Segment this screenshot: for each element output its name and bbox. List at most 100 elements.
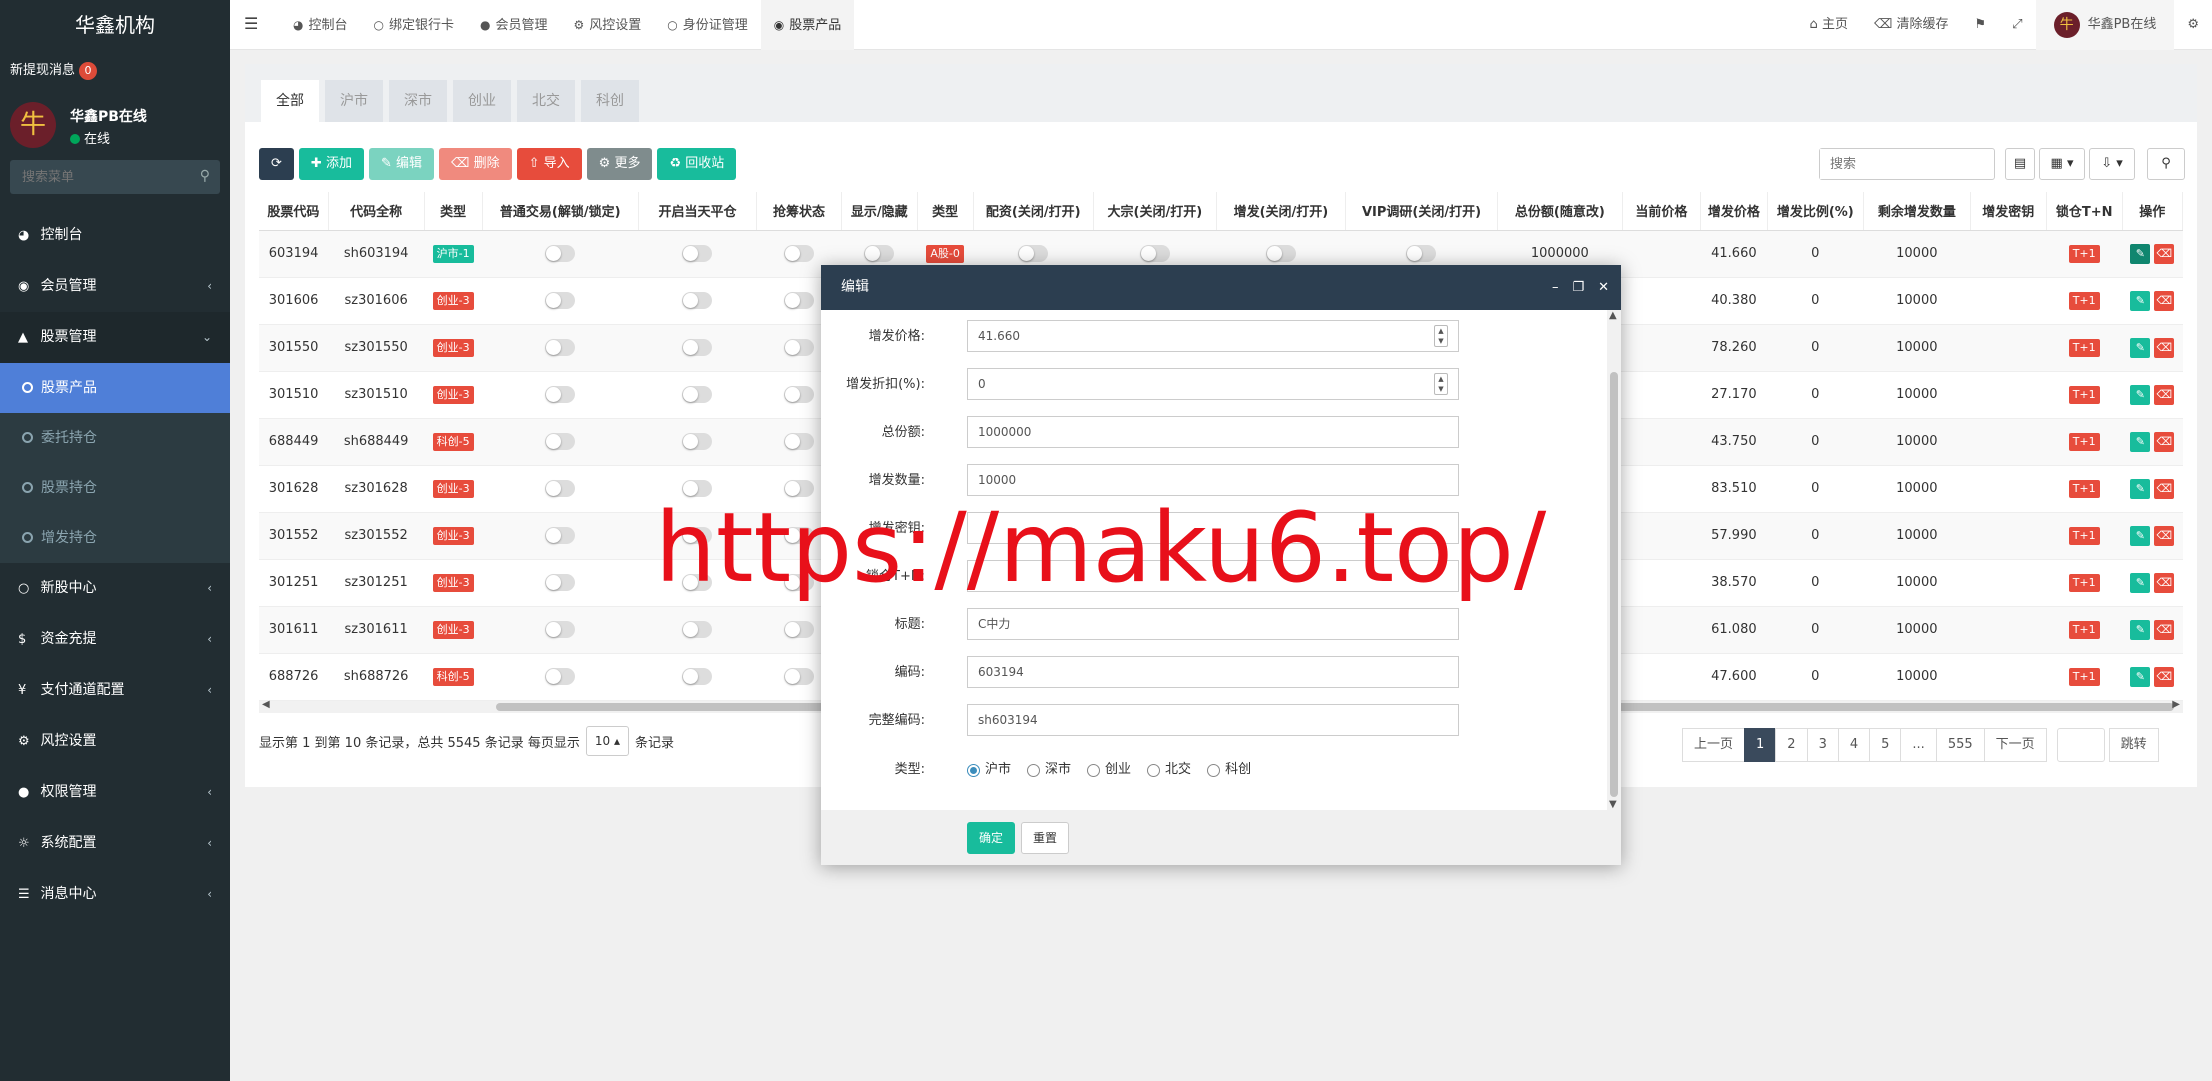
code-input[interactable]: 603194 — [967, 656, 1459, 688]
scrollbar-thumb[interactable] — [1610, 372, 1618, 797]
full-code-input[interactable]: sh603194 — [967, 704, 1459, 736]
row-edit-button[interactable]: ✎ — [2130, 431, 2151, 452]
radio-gem[interactable]: 创业 — [1087, 753, 1131, 787]
col-lock-tn[interactable]: 锁仓T+N — [2046, 192, 2123, 231]
title-input[interactable]: C中力 — [967, 608, 1459, 640]
scroll-left-icon[interactable]: ◀ — [262, 699, 270, 710]
col-normal-trade[interactable]: 普通交易(解锁/锁定) — [482, 192, 639, 231]
filter-tab-all[interactable]: 全部 — [261, 80, 319, 122]
row-edit-button[interactable]: ✎ — [2130, 666, 2151, 687]
col-placement-ratio[interactable]: 增发比例(%) — [1767, 192, 1864, 231]
spinner-icon[interactable]: ▲ ▼ — [1434, 373, 1448, 395]
filter-tab-sh[interactable]: 沪市 — [325, 80, 383, 122]
row-delete-button[interactable]: ⌫ — [2154, 384, 2175, 405]
row-edit-button[interactable]: ✎ — [2130, 525, 2151, 546]
toggle-switch[interactable] — [1018, 245, 1049, 262]
page-2[interactable]: 2 — [1775, 728, 1808, 762]
page-4[interactable]: 4 — [1837, 728, 1871, 762]
col-type-2[interactable]: 类型 — [917, 192, 974, 231]
row-delete-button[interactable]: ⌫ — [2154, 478, 2175, 499]
row-delete-button[interactable]: ⌫ — [2154, 290, 2175, 311]
toggle-switch[interactable] — [783, 339, 814, 356]
more-button[interactable]: ⚙ 更多 — [586, 148, 653, 180]
menu-permissions[interactable]: ● 权限管理 ‹ — [0, 767, 230, 818]
col-stock-code[interactable]: 股票代码 — [259, 192, 329, 231]
placement-price-input[interactable]: 41.660 ▲ ▼ — [967, 320, 1459, 352]
tab-risk-settings[interactable]: ⚙ 风控设置 — [561, 0, 655, 50]
export-button[interactable]: ⇩ ▾ — [2089, 148, 2135, 180]
col-placement-price[interactable]: 增发价格 — [1700, 192, 1768, 231]
menu-members[interactable]: ◉ 会员管理 ‹ — [0, 261, 230, 312]
close-icon[interactable]: ✕ — [1598, 265, 1609, 310]
menu-ipo-center[interactable]: ○ 新股中心 ‹ — [0, 563, 230, 614]
page-last[interactable]: 555 — [1935, 728, 1985, 762]
import-button[interactable]: ⇧ 导入 — [516, 148, 582, 180]
toggle-switch[interactable] — [783, 292, 814, 309]
row-edit-button[interactable]: ✎ — [2130, 337, 2151, 358]
page-jump-input[interactable] — [2056, 728, 2105, 762]
table-search-input[interactable] — [1820, 149, 1990, 179]
filter-tab-bse[interactable]: 北交 — [517, 80, 575, 122]
toggle-switch[interactable] — [545, 527, 576, 544]
columns-button[interactable]: ▦ ▾ — [2039, 148, 2085, 180]
toggle-switch[interactable] — [682, 339, 713, 356]
total-shares-input[interactable]: 1000000 — [967, 416, 1459, 448]
recycle-bin-button[interactable]: ♻ 回收站 — [657, 148, 737, 180]
maximize-icon[interactable]: ❐ — [1572, 265, 1584, 310]
row-delete-button[interactable]: ⌫ — [2154, 572, 2175, 593]
add-button[interactable]: ✚ 添加 — [298, 148, 364, 180]
row-delete-button[interactable]: ⌫ — [2154, 337, 2175, 358]
toggle-switch[interactable] — [545, 433, 576, 450]
filter-tab-star[interactable]: 科创 — [581, 80, 639, 122]
confirm-button[interactable]: 确定 — [967, 822, 1016, 854]
toggle-switch[interactable] — [545, 292, 576, 309]
placement-discount-input[interactable]: 0 ▲ ▼ — [967, 368, 1459, 400]
settings-button[interactable]: ⚙ — [2174, 0, 2212, 50]
filter-tab-gem[interactable]: 创业 — [453, 80, 511, 122]
submenu-stock-products[interactable]: 股票产品 — [0, 363, 230, 413]
refresh-button[interactable]: ⟳ — [259, 148, 294, 180]
edit-button[interactable]: ✎ 编辑 — [368, 148, 435, 180]
menu-funds[interactable]: $ 资金充提 ‹ — [0, 614, 230, 665]
radio-bse[interactable]: 北交 — [1147, 753, 1191, 787]
menu-toggle-icon[interactable]: ☰ — [244, 14, 258, 33]
col-show-hide[interactable]: 显示/隐藏 — [841, 192, 918, 231]
radio-sh[interactable]: 沪市 — [967, 753, 1011, 787]
page-3[interactable]: 3 — [1806, 728, 1839, 762]
row-delete-button[interactable]: ⌫ — [2154, 243, 2175, 264]
tab-bind-bank-card[interactable]: ○ 绑定银行卡 — [361, 0, 468, 50]
col-placement-key[interactable]: 增发密钥 — [1970, 192, 2047, 231]
scroll-up-icon[interactable]: ▲ — [1609, 310, 1617, 321]
toggle-switch[interactable] — [545, 621, 576, 638]
col-type[interactable]: 类型 — [424, 192, 483, 231]
toggle-switch[interactable] — [682, 621, 713, 638]
row-delete-button[interactable]: ⌫ — [2154, 525, 2175, 546]
menu-payment-channels[interactable]: ¥ 支付通道配置 ‹ — [0, 665, 230, 716]
row-delete-button[interactable]: ⌫ — [2154, 431, 2175, 452]
row-edit-button[interactable]: ✎ — [2130, 478, 2151, 499]
menu-search-input[interactable] — [10, 160, 190, 194]
toggle-switch[interactable] — [682, 245, 713, 262]
menu-system-config[interactable]: ☼ 系统配置 ‹ — [0, 818, 230, 869]
toggle-switch[interactable] — [682, 386, 713, 403]
toggle-switch[interactable] — [783, 433, 814, 450]
toggle-switch[interactable] — [1265, 245, 1296, 262]
page-5[interactable]: 5 — [1869, 728, 1902, 762]
col-total-shares[interactable]: 总份额(随意改) — [1497, 192, 1623, 231]
page-size-select[interactable]: 10 ▴ — [585, 726, 629, 756]
row-delete-button[interactable]: ⌫ — [2154, 619, 2175, 640]
scroll-right-icon[interactable]: ▶ — [2172, 699, 2180, 710]
toggle-switch[interactable] — [1139, 245, 1170, 262]
reset-button[interactable]: 重置 — [1021, 822, 1070, 854]
menu-dashboard[interactable]: ◕ 控制台 — [0, 210, 230, 261]
toggle-switch[interactable] — [545, 668, 576, 685]
search-button[interactable]: ⚲ — [2147, 148, 2185, 180]
tab-id-card[interactable]: ○ 身份证管理 — [654, 0, 761, 50]
toggle-switch[interactable] — [864, 245, 895, 262]
submenu-stock-positions[interactable]: 股票持仓 — [0, 463, 230, 513]
col-remaining-qty[interactable]: 剩余增发数量 — [1863, 192, 1971, 231]
page-jump-button[interactable]: 跳转 — [2108, 728, 2159, 762]
col-placement[interactable]: 增发(关闭/打开) — [1216, 192, 1347, 231]
page-next[interactable]: 下一页 — [1983, 728, 2047, 762]
col-same-day-close[interactable]: 开启当天平仓 — [638, 192, 758, 231]
